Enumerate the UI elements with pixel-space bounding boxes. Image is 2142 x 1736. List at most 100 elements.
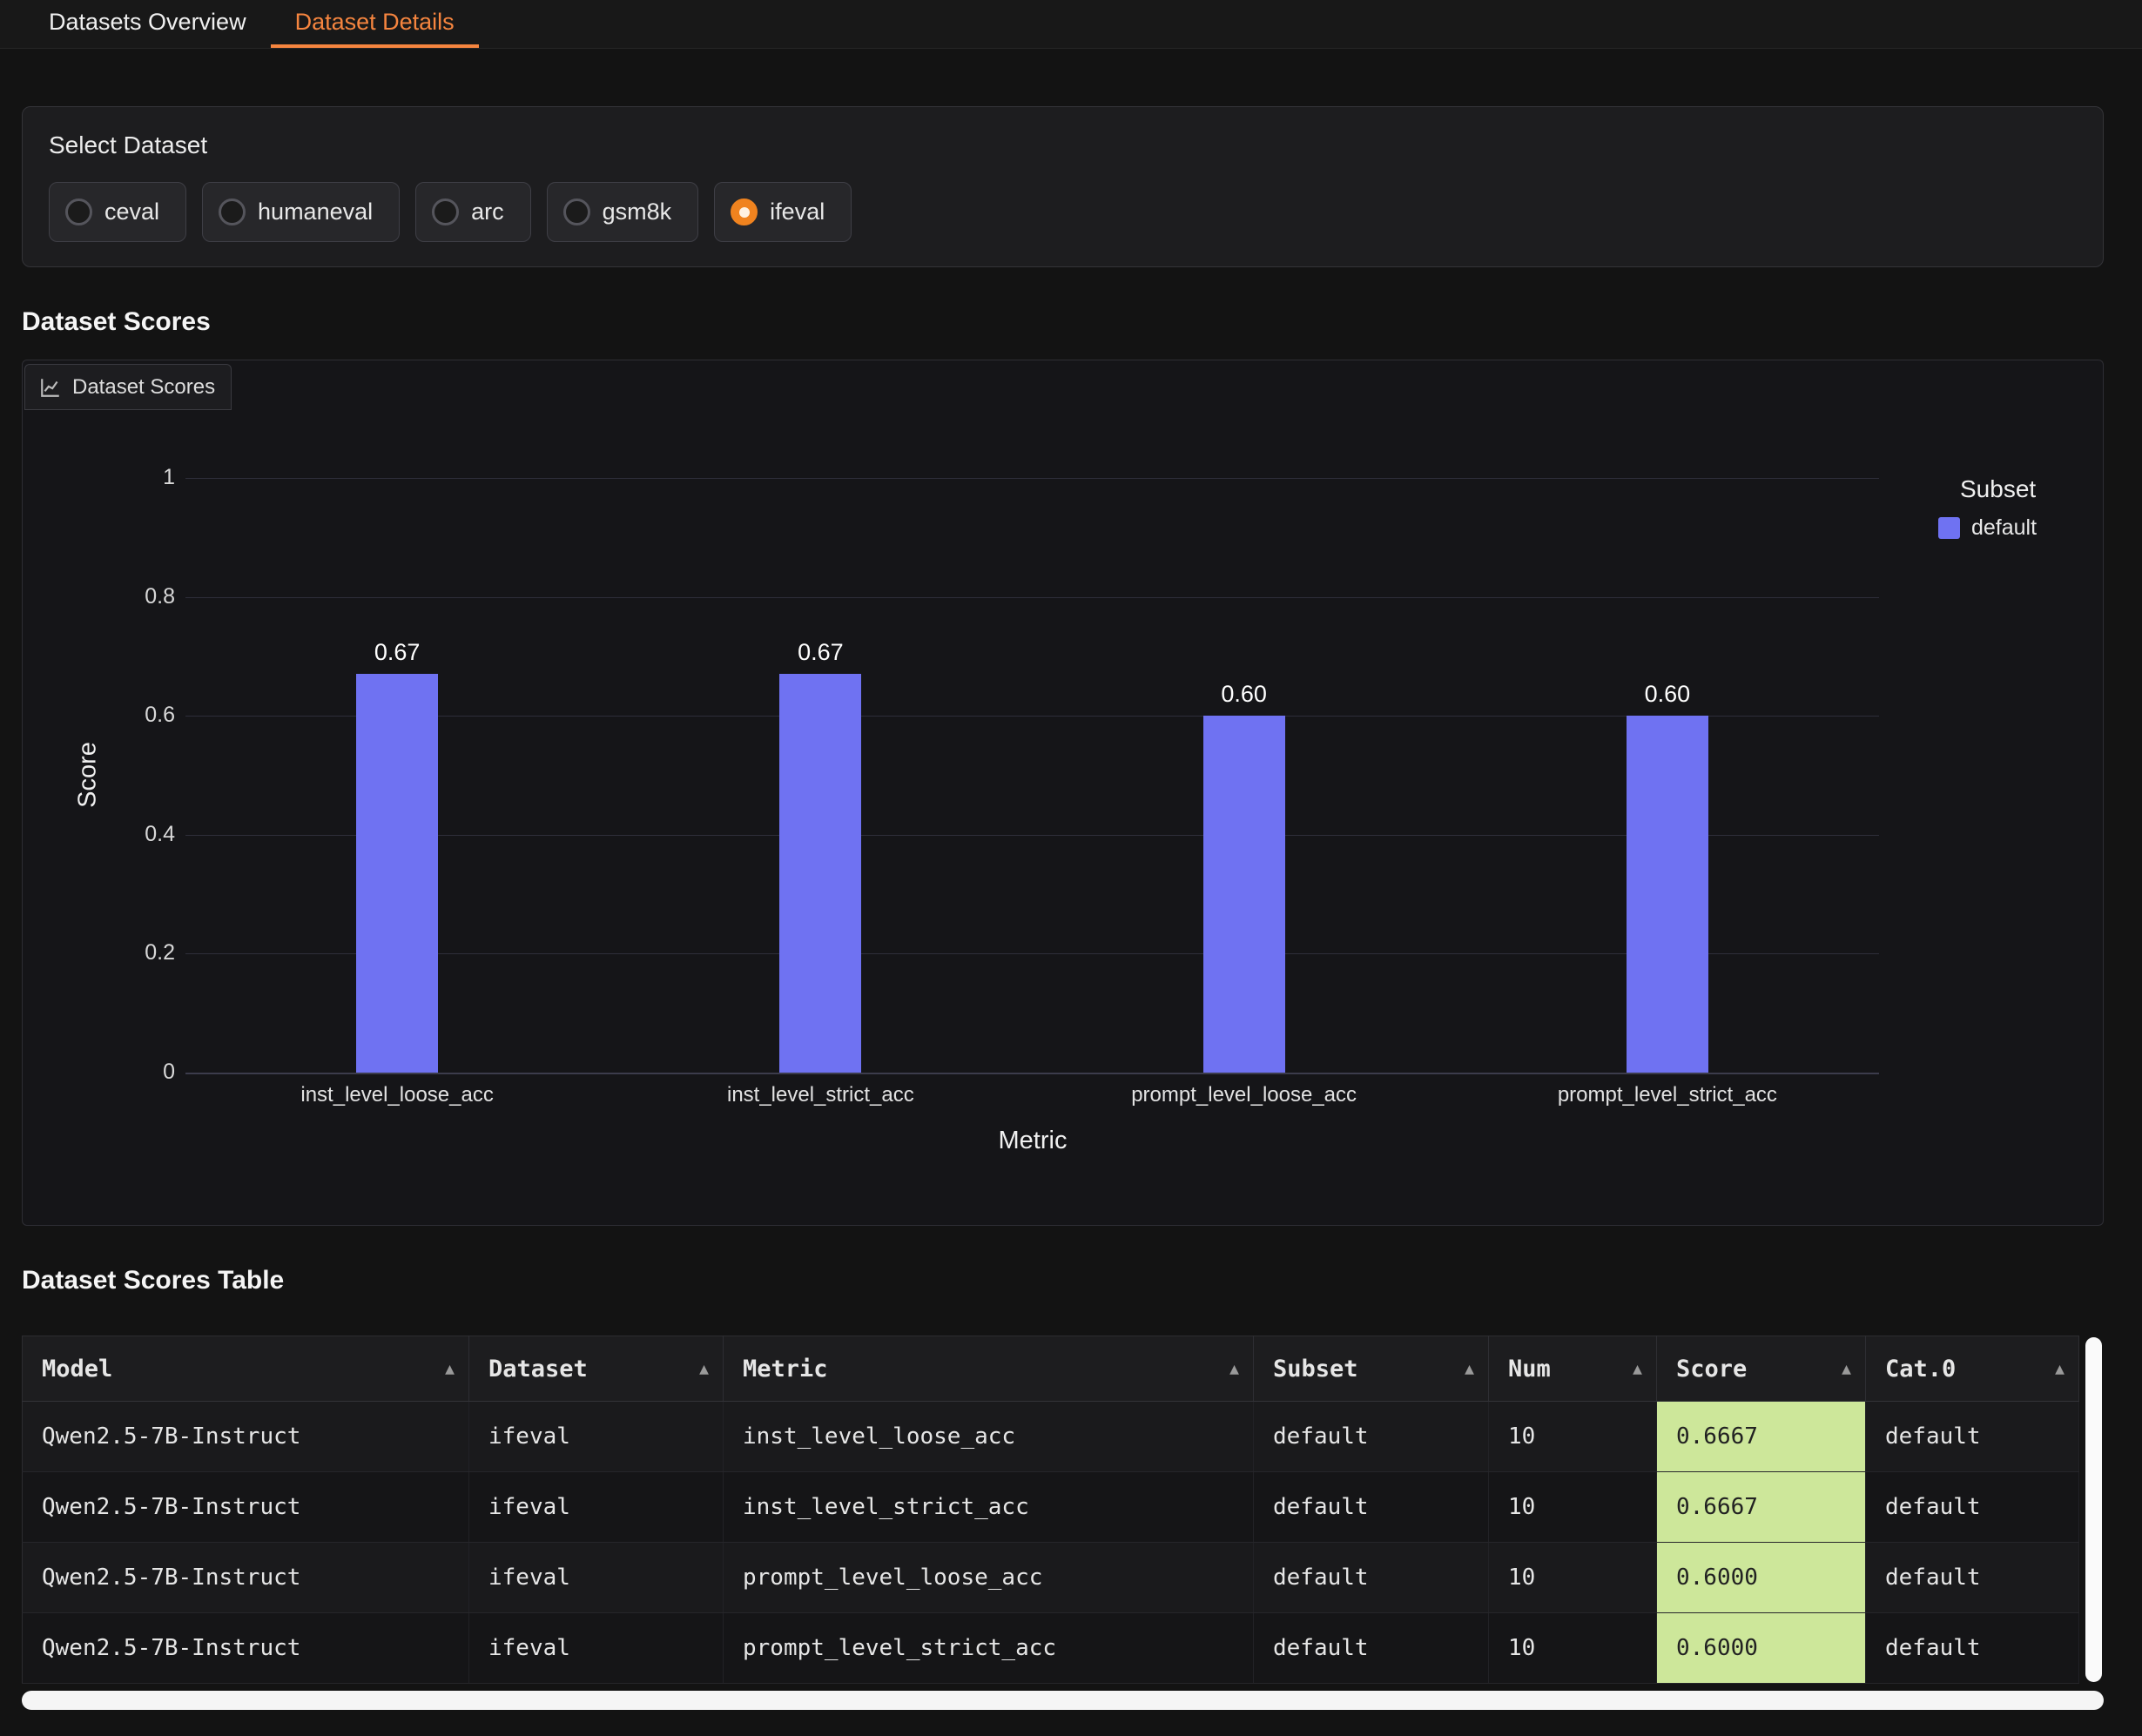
radio-option-humaneval[interactable]: humaneval <box>202 182 400 242</box>
table-cell: 10 <box>1489 1543 1657 1613</box>
column-label: Dataset <box>488 1356 588 1383</box>
radio-unselected-icon <box>563 198 590 225</box>
radio-option-ifeval[interactable]: ifeval <box>714 182 852 242</box>
sort-arrow-icon[interactable]: ▲ <box>699 1360 709 1378</box>
column-label: Metric <box>743 1356 828 1383</box>
table-cell: 0.6667 <box>1657 1472 1866 1543</box>
dataset-scores-heading: Dataset Scores <box>22 307 2104 337</box>
column-label: Model <box>42 1356 112 1383</box>
radio-unselected-icon <box>65 198 92 225</box>
main-container: Select Dataset ceval humaneval arc gsm8k ife… <box>22 106 2104 1710</box>
gridline <box>185 716 1879 717</box>
radio-option-arc[interactable]: arc <box>415 182 531 242</box>
y-tick-label: 0.4 <box>114 822 175 847</box>
radio-option-ceval[interactable]: ceval <box>49 182 186 242</box>
table-cell: Qwen2.5-7B-Instruct <box>23 1402 469 1472</box>
y-tick-label: 0.6 <box>114 703 175 728</box>
table-cell: default <box>1254 1472 1489 1543</box>
table-cell: prompt_level_loose_acc <box>724 1543 1254 1613</box>
column-header-num[interactable]: Num▲ <box>1489 1336 1657 1402</box>
radio-selected-icon <box>731 198 758 225</box>
x-tick-label: inst_level_loose_acc <box>179 1083 615 1107</box>
sort-arrow-icon[interactable]: ▲ <box>1229 1360 1239 1378</box>
table-cell: 10 <box>1489 1402 1657 1472</box>
table-cell: inst_level_strict_acc <box>724 1472 1254 1543</box>
select-dataset-title: Select Dataset <box>49 131 2077 159</box>
table-cell: 0.6667 <box>1657 1402 1866 1472</box>
radio-label: ceval <box>104 198 159 225</box>
table-horizontal-scrollbar[interactable] <box>22 1691 2104 1710</box>
column-header-dataset[interactable]: Dataset ▲ <box>469 1336 724 1402</box>
chart-legend: Subset default <box>1938 475 2104 541</box>
bar-chart: Score Metric Subset default 00.20.40.60.… <box>23 360 2103 1225</box>
legend-entry[interactable]: default <box>1938 515 2104 541</box>
legend-swatch-default <box>1938 517 1960 539</box>
radio-label: humaneval <box>258 198 373 225</box>
gridline <box>185 478 1879 479</box>
radio-label: ifeval <box>770 198 825 225</box>
column-header-cat-0[interactable]: Cat.0 ▲ <box>1866 1336 2079 1402</box>
table-cell: default <box>1866 1543 2079 1613</box>
sort-arrow-icon[interactable]: ▲ <box>1633 1360 1642 1378</box>
table-cell: 10 <box>1489 1472 1657 1543</box>
tab-datasets-overview[interactable]: Datasets Overview <box>24 0 271 48</box>
y-tick-label: 0.2 <box>114 940 175 966</box>
table-row: Qwen2.5-7B-Instructifevalinst_level_loos… <box>23 1402 2079 1472</box>
table-cell: ifeval <box>469 1543 724 1613</box>
column-header-model[interactable]: Model ▲ <box>23 1336 469 1402</box>
dataset-scores-table-heading: Dataset Scores Table <box>22 1266 2104 1295</box>
page: Datasets Overview Dataset Details Select… <box>0 0 2142 1736</box>
table-cell: prompt_level_strict_acc <box>724 1613 1254 1684</box>
x-tick-label: prompt_level_strict_acc <box>1450 1083 1885 1107</box>
dataset-radio-group: ceval humaneval arc gsm8k ifeval <box>49 182 2077 242</box>
table-cell: default <box>1254 1613 1489 1684</box>
top-tab-bar: Datasets Overview Dataset Details <box>0 0 2142 49</box>
bar-value-label: 0.60 <box>1606 681 1728 708</box>
column-label: Subset <box>1273 1356 1358 1383</box>
x-tick-label: prompt_level_loose_acc <box>1027 1083 1462 1107</box>
scores-table: Model▲Dataset▲Metric▲Subset▲Num▲Score▲Ca… <box>22 1336 2079 1684</box>
sort-arrow-icon[interactable]: ▲ <box>1465 1360 1474 1378</box>
select-dataset-panel: Select Dataset ceval humaneval arc gsm8k ife… <box>22 106 2104 267</box>
legend-title: Subset <box>1960 475 2104 503</box>
sort-arrow-icon[interactable]: ▲ <box>1842 1360 1851 1378</box>
table-cell: ifeval <box>469 1613 724 1684</box>
y-tick-label: 0.8 <box>114 584 175 609</box>
legend-label: default <box>1971 515 2037 541</box>
sort-arrow-icon[interactable]: ▲ <box>2055 1360 2065 1378</box>
radio-label: arc <box>471 198 504 225</box>
column-label: Score <box>1676 1356 1747 1383</box>
sort-arrow-icon[interactable]: ▲ <box>445 1360 455 1378</box>
table-cell: 10 <box>1489 1613 1657 1684</box>
bar-prompt_level_strict_acc <box>1627 716 1708 1073</box>
column-header-score[interactable]: Score ▲ <box>1657 1336 1866 1402</box>
table-row: Qwen2.5-7B-Instructifevalprompt_level_st… <box>23 1613 2079 1684</box>
table-row: Qwen2.5-7B-Instructifevalprompt_level_lo… <box>23 1543 2079 1613</box>
table-cell: default <box>1866 1402 2079 1472</box>
table-cell: 0.6000 <box>1657 1613 1866 1684</box>
table-header-row: Model▲Dataset▲Metric▲Subset▲Num▲Score▲Ca… <box>23 1336 2079 1402</box>
x-tick-label: inst_level_strict_acc <box>603 1083 1038 1107</box>
x-axis-line <box>185 1073 1879 1074</box>
gridline <box>185 597 1879 598</box>
table-cell: ifeval <box>469 1472 724 1543</box>
column-header-subset[interactable]: Subset ▲ <box>1254 1336 1489 1402</box>
radio-unselected-icon <box>219 198 246 225</box>
radio-label: gsm8k <box>603 198 672 225</box>
table-cell: default <box>1254 1402 1489 1472</box>
table-cell: Qwen2.5-7B-Instruct <box>23 1543 469 1613</box>
column-header-metric[interactable]: Metric ▲ <box>724 1336 1254 1402</box>
table-cell: Qwen2.5-7B-Instruct <box>23 1472 469 1543</box>
column-label: Cat.0 <box>1885 1356 1956 1383</box>
bar-value-label: 0.67 <box>759 639 881 666</box>
tab-dataset-details[interactable]: Dataset Details <box>271 0 479 48</box>
table-cell: ifeval <box>469 1402 724 1472</box>
bar-inst_level_strict_acc <box>779 674 861 1073</box>
table-vertical-scrollbar[interactable] <box>2085 1337 2102 1682</box>
y-tick-label: 0 <box>114 1060 175 1085</box>
y-tick-label: 1 <box>114 465 175 490</box>
gridline <box>185 835 1879 836</box>
gridline <box>185 953 1879 954</box>
bar-value-label: 0.60 <box>1183 681 1305 708</box>
radio-option-gsm8k[interactable]: gsm8k <box>547 182 699 242</box>
